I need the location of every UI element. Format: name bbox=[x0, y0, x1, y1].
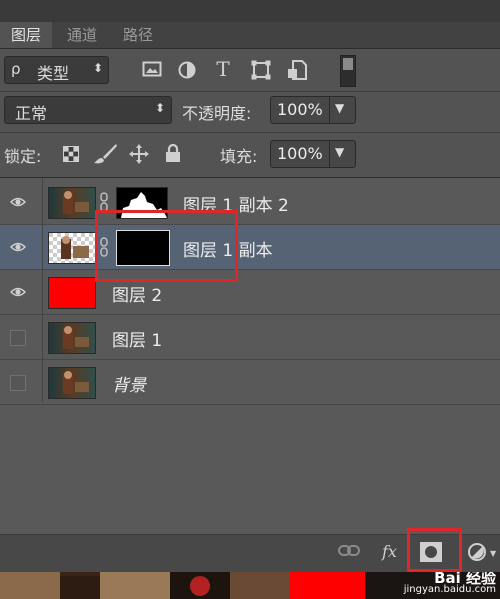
blend-mode-value: 正常 bbox=[15, 104, 48, 123]
layer-row[interactable]: 背景 bbox=[0, 360, 500, 405]
layer-thumbnail bbox=[48, 277, 96, 309]
chevron-down-icon[interactable]: ▼ bbox=[335, 101, 344, 115]
layer-row[interactable]: 图层 1 副本 2 bbox=[0, 180, 500, 225]
mask-link-icon[interactable] bbox=[100, 192, 108, 212]
tab-layers[interactable]: 图层 bbox=[0, 22, 52, 48]
adjustment-filter-icon[interactable] bbox=[177, 60, 197, 80]
watermark-brand: Bai 经验 bbox=[434, 572, 496, 587]
blend-row: 正常 ⬍ 不透明度: 100% ▼ bbox=[0, 92, 500, 132]
highlight-box-add-mask bbox=[407, 528, 462, 572]
visibility-toggle[interactable] bbox=[10, 375, 26, 391]
opacity-value: 100% bbox=[277, 100, 323, 119]
eye-icon[interactable] bbox=[9, 284, 27, 300]
layer-name[interactable]: 图层 2 bbox=[112, 281, 162, 306]
lock-transparent-pixels-icon[interactable] bbox=[62, 146, 80, 164]
lock-all-icon[interactable] bbox=[164, 143, 182, 165]
lock-position-icon[interactable] bbox=[128, 143, 150, 165]
layer-name[interactable]: 背景 bbox=[112, 371, 146, 396]
layer-thumbnail bbox=[48, 367, 96, 399]
fill-field[interactable]: 100% ▼ bbox=[270, 140, 356, 168]
layer-row[interactable]: 图层 1 bbox=[0, 315, 500, 360]
lock-row: 锁定: 填充: 100% ▼ bbox=[0, 133, 500, 177]
filter-toggle[interactable] bbox=[340, 55, 356, 87]
shape-filter-icon[interactable] bbox=[250, 60, 272, 80]
opacity-field[interactable]: 100% ▼ bbox=[270, 96, 356, 124]
link-layers-icon[interactable] bbox=[338, 543, 360, 563]
layer-row-selected[interactable]: 图层 1 副本 bbox=[0, 225, 500, 270]
layer-thumbnail bbox=[48, 322, 96, 354]
smart-object-filter-icon[interactable] bbox=[287, 60, 309, 80]
panel-tabs: 图层 通道 路径 bbox=[0, 22, 500, 49]
image-filter-icon[interactable] bbox=[142, 60, 162, 80]
panel-top-strip bbox=[0, 0, 500, 22]
document-canvas-preview: Bai 经验 jingyan.baidu.com bbox=[0, 572, 500, 599]
filter-kind-label: 类型 bbox=[37, 64, 70, 83]
updown-arrow-icon: ⬍ bbox=[155, 101, 166, 115]
filter-row: ρ 类型 ⬍ T bbox=[0, 49, 500, 91]
eye-icon[interactable] bbox=[9, 239, 27, 255]
layers-list: 图层 1 副本 2 图层 1 副本 图层 2 图层 1 背景 bbox=[0, 178, 500, 534]
layer-name[interactable]: 图层 1 bbox=[112, 326, 162, 351]
highlight-box-mask bbox=[95, 210, 238, 282]
lock-label: 锁定: bbox=[4, 147, 42, 166]
visibility-column-divider bbox=[42, 178, 43, 402]
watermark-url: jingyan.baidu.com bbox=[403, 584, 496, 595]
text-filter-icon[interactable]: T bbox=[212, 57, 234, 81]
layer-row[interactable]: 图层 2 bbox=[0, 270, 500, 315]
layer-style-icon[interactable]: fx bbox=[382, 542, 397, 561]
filter-kind-select[interactable]: ρ 类型 ⬍ bbox=[4, 56, 109, 84]
visibility-toggle[interactable] bbox=[10, 330, 26, 346]
adjustment-layer-icon[interactable] bbox=[466, 542, 488, 564]
tab-channels[interactable]: 通道 bbox=[56, 22, 108, 48]
tab-paths[interactable]: 路径 bbox=[112, 22, 164, 48]
fill-label: 填充: bbox=[220, 147, 258, 166]
search-icon: ρ bbox=[11, 60, 21, 78]
lock-image-pixels-icon[interactable] bbox=[92, 143, 118, 165]
fill-value: 100% bbox=[277, 144, 323, 163]
updown-arrow-icon: ⬍ bbox=[93, 61, 104, 75]
chevron-down-icon[interactable]: ▼ bbox=[335, 145, 344, 159]
opacity-label: 不透明度: bbox=[182, 104, 252, 123]
layer-thumbnail bbox=[48, 187, 96, 219]
eye-icon[interactable] bbox=[9, 194, 27, 210]
blend-mode-select[interactable]: 正常 ⬍ bbox=[4, 96, 172, 124]
layer-thumbnail bbox=[48, 232, 96, 264]
watermark: Bai 经验 jingyan.baidu.com bbox=[404, 572, 496, 596]
chevron-down-icon[interactable]: ▼ bbox=[490, 549, 496, 558]
